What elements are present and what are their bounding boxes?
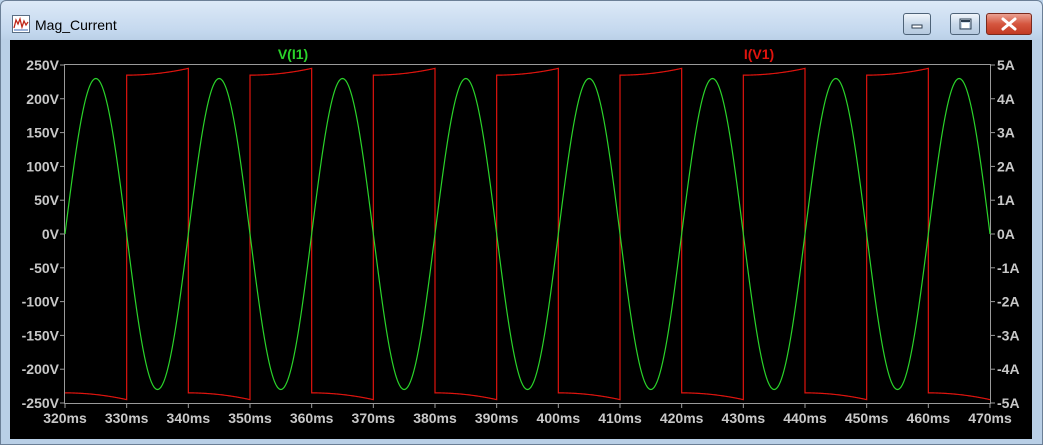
y-left-tick-label: 100V xyxy=(26,158,59,174)
plot-background xyxy=(10,40,1032,439)
x-tick-label: 400ms xyxy=(537,410,581,426)
y-right-tick-label: 4A xyxy=(997,91,1015,107)
x-tick-label: 440ms xyxy=(783,410,827,426)
x-tick-label: 410ms xyxy=(598,410,642,426)
maximize-button[interactable] xyxy=(950,13,980,35)
minimize-button[interactable] xyxy=(903,13,931,35)
x-tick-label: 390ms xyxy=(475,410,519,426)
y-left-tick-label: 200V xyxy=(26,91,59,107)
minimize-icon xyxy=(911,24,923,29)
y-right-tick-label: 1A xyxy=(997,192,1015,208)
y-right-tick-label: -5A xyxy=(997,395,1020,411)
y-left-tick-label: -50V xyxy=(29,260,59,276)
x-tick-label: 350ms xyxy=(228,410,272,426)
y-right-tick-label: -3A xyxy=(997,327,1020,343)
waveform-plot[interactable]: V(I1) I(V1) 320ms 330ms 340ms 350ms 360ms 370… xyxy=(10,40,1032,439)
y-left-tick-label: -150V xyxy=(22,327,60,343)
legend-current[interactable]: I(V1) xyxy=(744,46,774,62)
y-left-tick-label: 0V xyxy=(42,226,60,242)
x-tick-label: 460ms xyxy=(907,410,951,426)
x-tick-label: 430ms xyxy=(722,410,766,426)
y-left-tick-label: 150V xyxy=(26,125,59,141)
y-right-tick-label: 2A xyxy=(997,158,1015,174)
y-right-tick-label: 5A xyxy=(997,57,1015,73)
close-button[interactable] xyxy=(986,13,1032,35)
y-left-tick-label: -200V xyxy=(22,361,60,377)
y-left-tick-label: 50V xyxy=(34,192,60,208)
x-tick-label: 340ms xyxy=(167,410,211,426)
x-tick-label: 360ms xyxy=(290,410,334,426)
legend-voltage[interactable]: V(I1) xyxy=(278,46,308,62)
x-tick-label: 380ms xyxy=(413,410,457,426)
y-right-tick-label: -4A xyxy=(997,361,1020,377)
x-tick-label: 450ms xyxy=(845,410,889,426)
y-right-tick-label: 3A xyxy=(997,125,1015,141)
y-left-tick-label: -100V xyxy=(22,294,60,310)
y-right-tick-label: -2A xyxy=(997,294,1020,310)
y-right-tick-label: -1A xyxy=(997,260,1020,276)
maximize-icon xyxy=(959,18,972,30)
title-bar[interactable]: Mag_Current xyxy=(1,1,1042,41)
waveform-icon xyxy=(12,15,30,33)
x-tick-label: 470ms xyxy=(968,410,1012,426)
x-tick-label: 370ms xyxy=(352,410,396,426)
x-tick-label: 330ms xyxy=(105,410,149,426)
y-left-tick-label: 250V xyxy=(26,57,59,73)
close-icon xyxy=(1001,17,1017,31)
window-title: Mag_Current xyxy=(35,17,117,33)
y-right-tick-label: 0A xyxy=(997,226,1015,242)
x-tick-label: 320ms xyxy=(43,410,87,426)
waveform-window: Mag_Current V(I1) I(V1) 320ms 330ms 340ms 3… xyxy=(0,0,1043,445)
x-tick-label: 420ms xyxy=(660,410,704,426)
y-left-tick-label: -250V xyxy=(22,395,60,411)
